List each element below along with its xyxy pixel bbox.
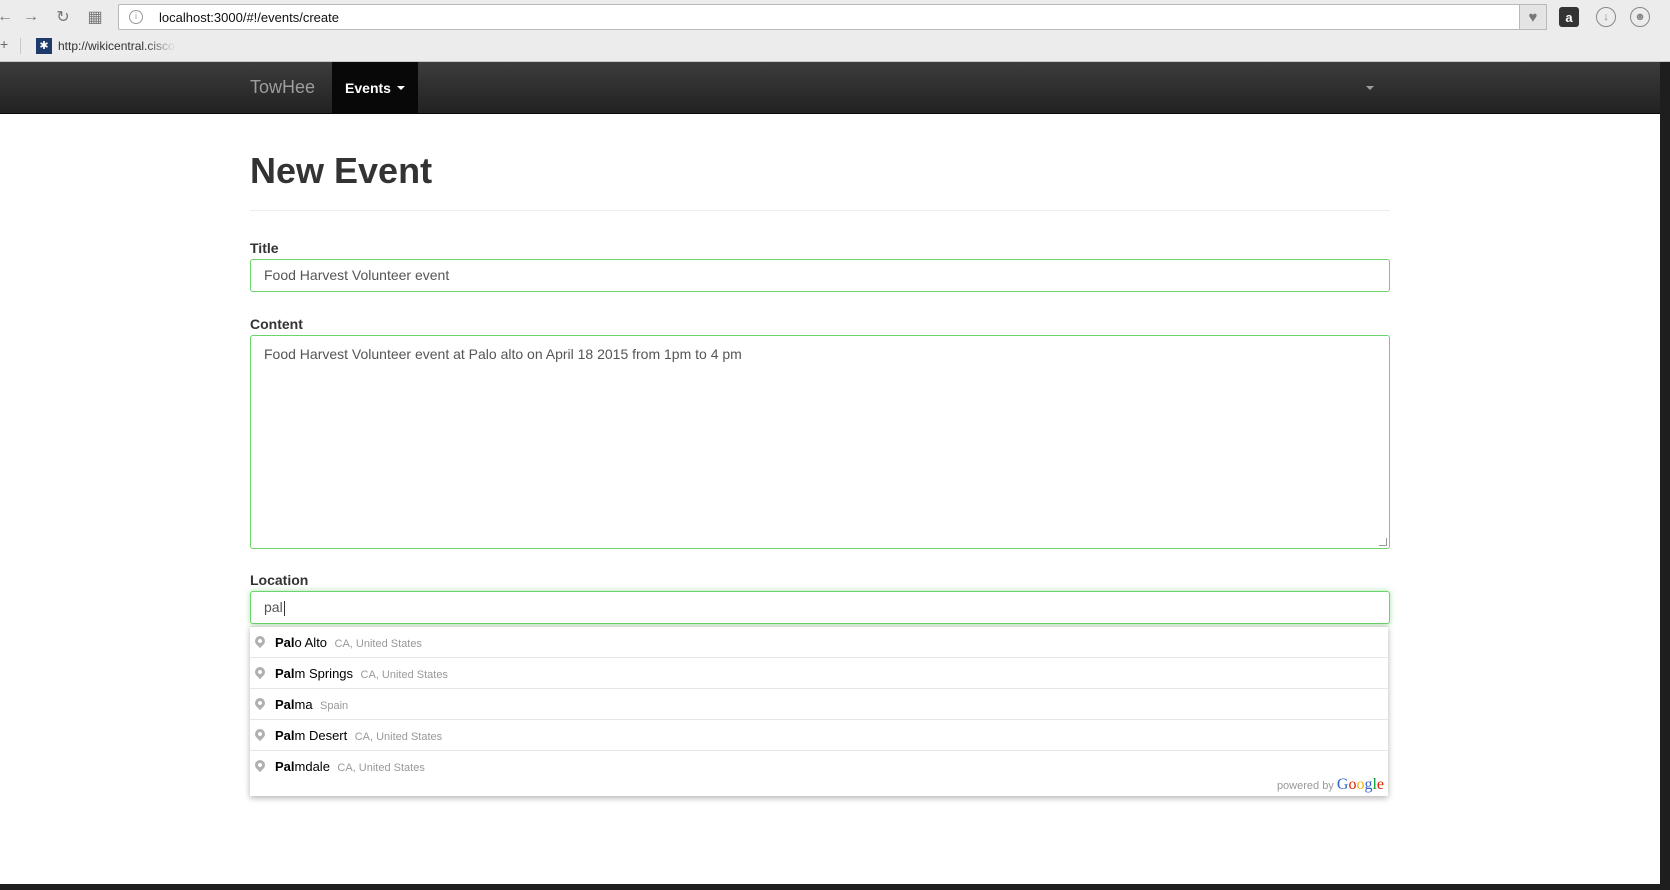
- suggestion-rest: m Springs: [294, 666, 354, 681]
- title-label: Title: [250, 240, 279, 256]
- suggestion-match: Pal: [275, 635, 295, 650]
- address-bar[interactable]: i localhost:3000/#!/events/create: [118, 4, 1544, 30]
- window-edge: [1660, 62, 1670, 890]
- suggestion-secondary: CA, United States: [354, 731, 443, 743]
- suggestion-secondary: CA, United States: [360, 669, 448, 681]
- back-icon[interactable]: ←: [0, 8, 14, 26]
- suggestion-rest: ma: [294, 697, 313, 712]
- location-autocomplete: Palo Alto CA, United States Palm Springs…: [250, 626, 1388, 796]
- amazon-extension-icon[interactable]: a: [1559, 7, 1579, 27]
- profile-icon[interactable]: ☻: [1630, 7, 1650, 27]
- suggestion-match: Pal: [275, 759, 295, 774]
- content-label: Content: [250, 316, 303, 332]
- text-cursor: [283, 600, 285, 616]
- apps-icon[interactable]: ▦: [86, 8, 104, 26]
- content-text: Food Harvest Volunteer event at Palo alt…: [264, 346, 742, 362]
- suggestion-item[interactable]: Palm Desert CA, United States: [250, 720, 1388, 751]
- page-info-icon[interactable]: i: [129, 10, 143, 24]
- user-menu-chevron-down-icon[interactable]: [1366, 86, 1374, 90]
- map-pin-icon: [252, 695, 268, 711]
- window-bottom-edge: [0, 884, 1660, 890]
- bookmark-heart-icon[interactable]: ♥: [1519, 4, 1547, 30]
- forward-icon[interactable]: →: [22, 8, 40, 26]
- chevron-down-icon: [396, 86, 405, 90]
- map-pin-icon: [252, 633, 268, 649]
- page-title: New Event: [250, 150, 433, 191]
- location-label: Location: [250, 572, 309, 588]
- title-divider: [250, 210, 1390, 211]
- suggestion-secondary: CA, United States: [334, 638, 422, 650]
- add-bookmark-icon[interactable]: +: [0, 36, 8, 52]
- suggestion-item[interactable]: Palo Alto CA, United States: [250, 627, 1388, 658]
- powered-by-google-logo: powered by Google: [1277, 776, 1384, 794]
- events-menu[interactable]: Events: [332, 62, 418, 114]
- bookmark-wikicentral[interactable]: http://wikicentral.cisco.com: [58, 39, 176, 53]
- powered-by-text: powered by: [1276, 780, 1334, 792]
- location-value: pal: [264, 599, 283, 615]
- title-input[interactable]: Food Harvest Volunteer event: [250, 259, 1390, 292]
- browser-chrome: ← → ↻ ▦ i localhost:3000/#!/events/creat…: [0, 0, 1670, 62]
- resize-handle[interactable]: [1379, 538, 1387, 546]
- suggestion-item[interactable]: Palm Springs CA, United States: [250, 658, 1388, 689]
- suggestion-item[interactable]: Palma Spain: [250, 689, 1388, 720]
- reload-icon[interactable]: ↻: [54, 8, 72, 26]
- suggestion-rest: mdale: [294, 759, 330, 774]
- wikicentral-favicon-icon: ✱: [36, 38, 52, 54]
- location-input[interactable]: pal: [250, 591, 1390, 624]
- content-textarea[interactable]: Food Harvest Volunteer event at Palo alt…: [250, 335, 1390, 549]
- google-wordmark: Google: [1336, 776, 1384, 793]
- suggestion-rest: m Desert: [294, 728, 348, 743]
- suggestion-match: Pal: [275, 666, 295, 681]
- brand-link[interactable]: TowHee: [250, 77, 315, 98]
- download-icon[interactable]: ↓: [1596, 7, 1616, 27]
- map-pin-icon: [252, 664, 268, 680]
- suggestion-rest: o Alto: [294, 635, 328, 650]
- suggestion-match: Pal: [275, 697, 295, 712]
- map-pin-icon: [252, 726, 268, 742]
- events-menu-label: Events: [345, 80, 391, 96]
- bookmark-bar: + ✱ http://wikicentral.cisco.com: [0, 34, 1670, 58]
- suggestion-secondary: Spain: [320, 700, 349, 712]
- map-pin-icon: [252, 757, 268, 773]
- suggestion-secondary: CA, United States: [337, 762, 425, 774]
- suggestion-item[interactable]: Palmdale CA, United States: [250, 751, 1388, 782]
- app-navbar: TowHee Events: [0, 62, 1660, 114]
- address-url[interactable]: localhost:3000/#!/events/create: [159, 10, 339, 25]
- bookmark-separator: [20, 38, 21, 54]
- suggestion-match: Pal: [275, 728, 295, 743]
